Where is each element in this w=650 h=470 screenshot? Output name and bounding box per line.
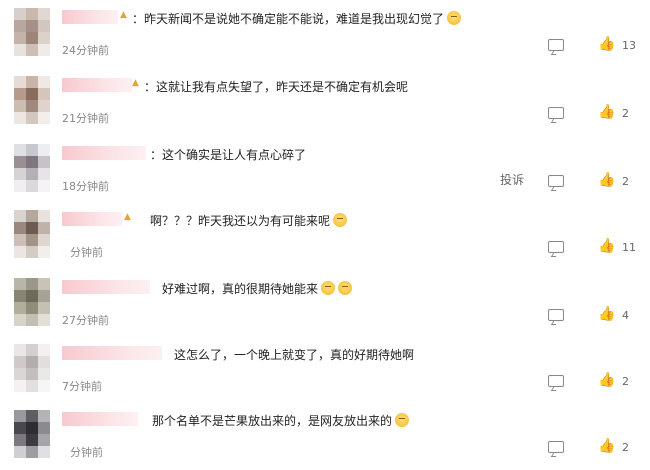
like-count: 2 [622, 107, 629, 120]
avatar[interactable] [14, 8, 50, 56]
like-icon[interactable]: 👍 [598, 438, 615, 454]
like-count: 4 [622, 309, 629, 322]
like-count: 13 [622, 39, 636, 52]
comment-text: 啊？？？昨天我还以为有可能来呢 [150, 212, 348, 229]
like-count: 2 [622, 175, 629, 188]
crying-emoji-icon [321, 281, 336, 295]
username-blurred[interactable] [62, 280, 150, 294]
report-button[interactable]: 投诉 [500, 171, 524, 188]
vip-badge-icon: ▲ [120, 10, 127, 20]
like-icon[interactable]: 👍 [598, 238, 615, 254]
comment-item: ▲ ：昨天新闻不是说她不确定能不能说，难道是我出现幻觉了 24分钟前 👍 13 [0, 6, 650, 68]
like-icon[interactable]: 👍 [598, 372, 615, 388]
like-count: 2 [622, 441, 629, 454]
winking-emoji-icon [395, 413, 410, 427]
comment-text: 好难过啊，真的很期待她能来 [162, 280, 353, 297]
like-icon[interactable]: 👍 [598, 104, 615, 120]
reply-icon[interactable] [548, 441, 564, 453]
comment-text: ：昨天新闻不是说她不确定能不能说，难道是我出现幻觉了 [132, 10, 462, 27]
username-blurred[interactable] [62, 346, 162, 360]
reply-icon[interactable] [548, 107, 564, 119]
comment-item: ▲ ：这就让我有点失望了，昨天还是不确定有机会呢 21分钟前 👍 2 [0, 74, 650, 136]
comment-item: 那个名单不是芒果放出来的，是网友放出来的 分钟前 👍 2 [0, 408, 650, 470]
comment-text: 那个名单不是芒果放出来的，是网友放出来的 [152, 412, 410, 429]
avatar[interactable] [14, 410, 50, 458]
like-count: 2 [622, 375, 629, 388]
like-count: 11 [622, 241, 636, 254]
comment-list: ▲ ：昨天新闻不是说她不确定能不能说，难道是我出现幻觉了 24分钟前 👍 13 … [0, 0, 650, 465]
username-blurred[interactable] [62, 146, 146, 160]
comment-time: 7分钟前 [62, 380, 102, 393]
comment-time: 24分钟前 [62, 44, 109, 57]
comment-text: 这怎么了，一个晚上就变了，真的好期待她啊 [174, 348, 415, 362]
comment-item: 这怎么了，一个晚上就变了，真的好期待她啊 7分钟前 👍 2 [0, 342, 650, 404]
avatar[interactable] [14, 76, 50, 124]
reply-icon[interactable] [548, 175, 564, 187]
crying-emoji-icon [338, 281, 353, 295]
avatar[interactable] [14, 144, 50, 192]
comment-text: ：这就让我有点失望了，昨天还是不确定有机会呢 [144, 80, 409, 94]
reply-icon[interactable] [548, 241, 564, 253]
reply-icon[interactable] [548, 39, 564, 51]
avatar[interactable] [14, 344, 50, 392]
reply-icon[interactable] [548, 309, 564, 321]
like-icon[interactable]: 👍 [598, 36, 615, 52]
comment-time: 21分钟前 [62, 112, 109, 125]
reply-icon[interactable] [548, 375, 564, 387]
comment-time: 分钟前 [70, 246, 103, 259]
avatar[interactable] [14, 278, 50, 326]
comment-time: 18分钟前 [62, 180, 109, 193]
username-blurred[interactable] [62, 212, 122, 226]
astonished-emoji-icon [447, 11, 462, 25]
username-blurred[interactable] [62, 412, 138, 426]
vip-badge-icon: ▲ [124, 212, 131, 222]
comment-text: ：这个确实是让人有点心碎了 [150, 148, 307, 162]
avatar[interactable] [14, 210, 50, 258]
like-icon[interactable]: 👍 [598, 172, 615, 188]
vip-badge-icon: ▲ [132, 78, 139, 88]
comment-time: 分钟前 [70, 446, 103, 459]
username-blurred[interactable] [62, 78, 132, 92]
username-blurred[interactable] [62, 10, 118, 24]
comment-item: ▲ 啊？？？昨天我还以为有可能来呢 分钟前 👍 11 [0, 208, 650, 270]
comment-item: 好难过啊，真的很期待她能来 27分钟前 👍 4 [0, 276, 650, 338]
comment-item: ：这个确实是让人有点心碎了 18分钟前 投诉 👍 2 [0, 142, 650, 204]
like-icon[interactable]: 👍 [598, 306, 615, 322]
comment-time: 27分钟前 [62, 314, 109, 327]
crying-emoji-icon [333, 213, 348, 227]
